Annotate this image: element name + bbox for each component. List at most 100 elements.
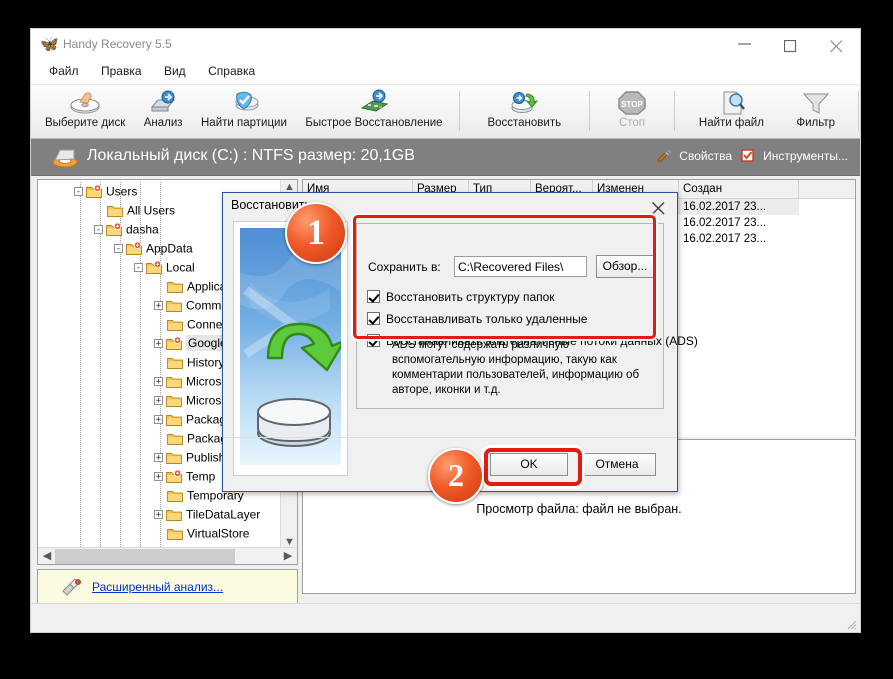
folder-icon <box>166 413 182 426</box>
expand-icon[interactable]: + <box>154 339 163 348</box>
folder-icon <box>167 489 183 502</box>
menu-file[interactable]: Файл <box>40 60 88 82</box>
screenshot-root: 🦋 Handy Recovery 5.5 Файл Правка Вид Спр… <box>0 0 893 679</box>
folder-icon <box>167 432 183 445</box>
expand-icon[interactable]: + <box>154 377 163 386</box>
toolbar-analyze-label: Анализ <box>144 116 183 130</box>
find-partitions-icon <box>201 88 287 116</box>
tree-item-label: AppData <box>146 241 193 255</box>
toolbar-quick-recovery-label: Быстрое Восстановление <box>305 116 442 130</box>
folder-icon <box>166 508 182 521</box>
checkbox-only-deleted[interactable]: Восстанавливать только удаленные <box>367 312 587 326</box>
tree-item-label: History <box>187 355 224 369</box>
toolbar-separator-4 <box>858 91 859 131</box>
checkbox-label: Восстановить структуру папок <box>386 290 555 304</box>
toolbar-filter-label: Фильтр <box>796 116 835 130</box>
disk-title: Локальный диск (C:) : NTFS размер: 20,1G… <box>87 147 415 165</box>
annotation-badge-2: 2 <box>428 448 484 504</box>
checkbox-label: Восстанавливать только удаленные <box>386 312 587 326</box>
expand-icon[interactable]: + <box>154 301 163 310</box>
disk-icon <box>51 146 79 173</box>
toolbar-quick-recovery[interactable]: Быстрое Восстановление <box>298 85 449 137</box>
window-title: Handy Recovery 5.5 <box>63 36 172 53</box>
stop-icon: STOP <box>615 88 649 116</box>
toolbar-recover[interactable]: Восстановить <box>469 85 579 137</box>
expand-icon[interactable]: + <box>154 396 163 405</box>
browse-button[interactable]: Обзор... <box>596 255 654 278</box>
tree-item-label: TileDataLayer <box>186 507 260 521</box>
minimize-button[interactable] <box>722 29 768 59</box>
toolbar-find-file-label: Найти файл <box>699 116 764 130</box>
tools-wrench-icon <box>657 149 675 163</box>
toolbar-select-disk-label: Выберите диск <box>45 116 125 130</box>
recover-disk-illustration <box>240 228 341 465</box>
tree-item-label: Local <box>166 260 195 274</box>
expand-icon[interactable]: + <box>154 472 163 481</box>
main-toolbar: Выберите диск Анализ <box>31 85 860 139</box>
toolbar-find-partitions[interactable]: Найти партиции <box>194 85 294 137</box>
menu-edit[interactable]: Правка <box>92 60 151 82</box>
folder-icon <box>107 204 123 217</box>
toolbar-select-disk[interactable]: Выберите диск <box>31 85 132 137</box>
maximize-button[interactable] <box>768 29 814 59</box>
cell-created: 16.02.2017 23... <box>679 231 799 247</box>
collapse-icon[interactable]: - <box>134 263 143 272</box>
close-button[interactable] <box>814 29 860 59</box>
folder-deleted-icon <box>146 261 162 274</box>
app-logo-icon: 🦋 <box>40 36 57 53</box>
menu-view[interactable]: Вид <box>155 60 195 82</box>
tree-item-label: dasha <box>126 222 159 236</box>
tree-item-label: Users <box>106 184 137 198</box>
expand-icon[interactable]: + <box>154 453 163 462</box>
toolbar-stop-label: Стоп <box>615 116 649 130</box>
checkbox-restore-folder-structure[interactable]: Восстановить структуру папок <box>367 290 555 304</box>
folder-deleted-icon <box>126 242 142 255</box>
expand-icon[interactable]: + <box>154 415 163 424</box>
tree-horizontal-scrollbar[interactable]: ◀ ▶ <box>38 547 297 564</box>
checkbox-box[interactable] <box>367 334 380 347</box>
toolbar-separator-2 <box>589 91 590 131</box>
column-header-5[interactable]: Создан <box>679 180 799 198</box>
scroll-left-arrow[interactable]: ◀ <box>39 549 55 562</box>
toolbar-separator-1 <box>459 91 460 131</box>
checkbox-box[interactable] <box>367 312 380 325</box>
menu-help[interactable]: Справка <box>199 60 264 82</box>
flashlight-icon <box>60 578 84 603</box>
save-to-input[interactable] <box>454 256 587 277</box>
collapse-icon[interactable]: - <box>74 187 83 196</box>
disk-tools-label: Инструменты... <box>763 149 848 163</box>
folder-icon <box>167 280 183 293</box>
toolbar-stop[interactable]: STOP Стоп <box>599 85 665 137</box>
folder-icon <box>167 527 183 540</box>
cancel-button[interactable]: Отмена <box>578 453 656 476</box>
collapse-icon[interactable]: - <box>94 225 103 234</box>
recover-dialog-close-button[interactable] <box>641 195 675 219</box>
checklist-icon <box>741 149 759 163</box>
horizontal-scroll-thumb[interactable] <box>55 549 235 564</box>
disk-info-bar: Локальный диск (C:) : NTFS размер: 20,1G… <box>31 139 860 176</box>
checkbox-box[interactable] <box>367 290 380 303</box>
advanced-analysis-banner: Расширенный анализ... <box>37 569 298 605</box>
toolbar-find-partitions-label: Найти партиции <box>201 116 287 130</box>
advanced-analysis-link[interactable]: Расширенный анализ... <box>92 580 223 594</box>
tree-item-tiledatalayer[interactable]: + TileDataLayer <box>38 505 280 524</box>
menu-bar: Файл Правка Вид Справка <box>31 60 860 85</box>
resize-grip[interactable] <box>844 617 857 630</box>
disk-properties-action[interactable]: Свойства <box>657 149 732 163</box>
expand-icon[interactable]: + <box>154 510 163 519</box>
maximize-icon <box>784 40 797 53</box>
collapse-icon[interactable]: - <box>114 244 123 253</box>
toolbar-filter[interactable]: Фильтр <box>782 85 849 137</box>
toolbar-find-file[interactable]: Найти файл <box>685 85 778 137</box>
cell-created: 16.02.2017 23... <box>679 215 799 231</box>
folder-icon <box>167 318 183 331</box>
quick-recovery-icon <box>305 88 442 116</box>
toolbar-analyze[interactable]: Анализ <box>137 85 190 137</box>
tree-item-virtualstore[interactable]: VirtualStore <box>38 524 280 543</box>
svg-text:STOP: STOP <box>621 100 643 109</box>
disk-tools-action[interactable]: Инструменты... <box>741 149 848 163</box>
status-bar <box>31 603 860 632</box>
ok-button[interactable]: OK <box>490 453 568 476</box>
scroll-right-arrow[interactable]: ▶ <box>280 549 296 562</box>
folder-icon <box>166 375 182 388</box>
